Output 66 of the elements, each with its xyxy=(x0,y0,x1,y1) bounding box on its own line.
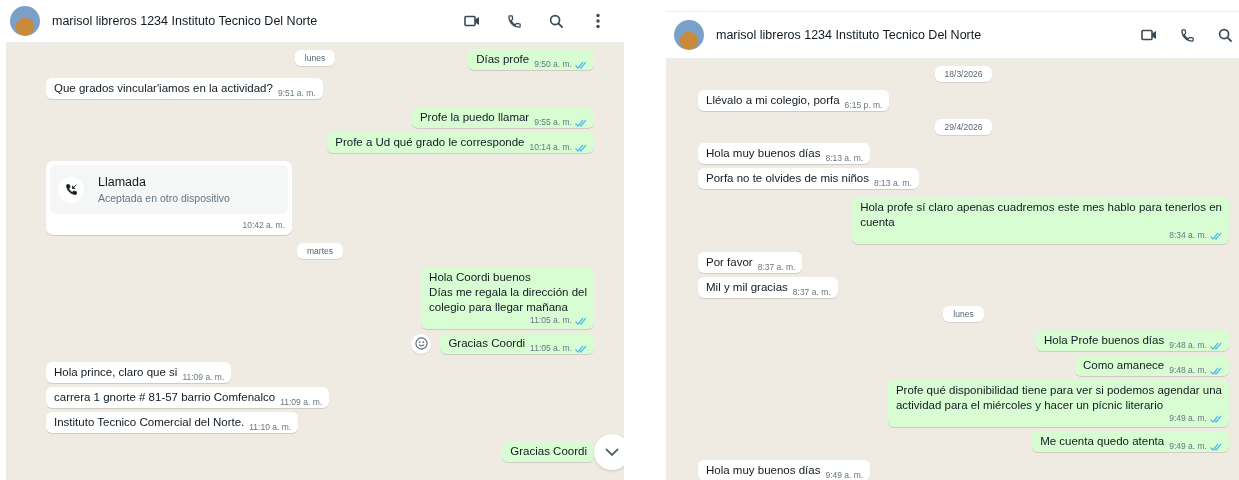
sent-message: Días profe 9:50 a. m. xyxy=(468,49,594,70)
sent-message: Como amanece 9:48 a. m. xyxy=(1075,355,1229,376)
sent-message: Profe qué disponibilidad tiene para ver si podemos agendar una actividad para el miércoles y hacer un pícnic literario 9:49 a. m. xyxy=(887,380,1229,427)
received-message: Porfa no te olvides de mis niños 8:13 a. m. xyxy=(698,168,919,189)
message-time: 9:55 a. m. xyxy=(534,117,572,128)
video-camera-icon[interactable] xyxy=(1141,29,1157,41)
date-chip: lunes xyxy=(294,50,336,66)
phone-icon[interactable] xyxy=(1179,27,1195,43)
received-message: Hola muy buenos días 8:13 a. m. xyxy=(698,143,871,164)
message-time: 11:10 a. m. xyxy=(249,422,292,433)
sent-message: Gracias Coordi 11:05 a. m. xyxy=(440,333,594,354)
received-message: Mil y mil gracias 8:37 a. m. xyxy=(698,277,838,298)
search-icon[interactable] xyxy=(1217,27,1233,43)
sent-message: Hola profe sí claro apenas cuadremos este mes hablo para tenerlos en cuenta 8:34 a. m. xyxy=(852,197,1229,244)
call-title: Llamada xyxy=(98,175,147,189)
contact-name[interactable]: marisol libreros 1234 Instituto Tecnico Del Norte xyxy=(52,14,462,28)
message-time: 9:48 a. m. xyxy=(1169,340,1207,351)
menu-icon[interactable] xyxy=(596,13,600,29)
message-time: 8:13 a. m. xyxy=(825,153,864,164)
message-time: 11:09 a. m. xyxy=(280,397,323,408)
message-time: 11:09 a. m. xyxy=(182,372,225,383)
scroll-down-button[interactable] xyxy=(594,434,624,470)
search-icon[interactable] xyxy=(548,13,564,29)
message-time: 11:05 a. m. xyxy=(530,343,572,354)
sent-message: Profe a Ud qué grado le corresponde 10:14 a. m. xyxy=(327,132,594,153)
message-time: 8:37 a. m. xyxy=(792,287,831,298)
incoming-call-icon xyxy=(64,183,78,196)
message-time: 10:14 a. m. xyxy=(529,142,572,153)
avatar-photo[interactable] xyxy=(674,20,704,50)
emoji-reaction-button[interactable] xyxy=(411,333,432,354)
contact-name[interactable]: marisol libreros 1234 Instituto Tecnico Del Norte xyxy=(716,28,1139,42)
received-message: Por favor 8:37 a. m. xyxy=(698,252,803,273)
received-message: Que grados vincular'iamos en la actividad? 9:51 a. m. xyxy=(46,78,323,99)
message-time: 9:49 a. m. xyxy=(1169,441,1207,452)
call-card[interactable]: Llamada Aceptada en otro dispositivo 10:42 a. m. xyxy=(46,161,292,235)
sent-message: Hola Profe buenos días 9:48 a. m. xyxy=(1036,330,1229,351)
received-message: Hola prince, claro que si 11:09 a. m. xyxy=(46,362,232,383)
avatar-photo[interactable] xyxy=(10,6,40,36)
video-camera-icon[interactable] xyxy=(464,15,480,27)
message-time: 11:05 a. m. xyxy=(530,315,572,326)
date-chip: 29/4/2026 xyxy=(934,119,993,135)
message-time: 8:13 a. m. xyxy=(874,178,912,189)
message-time: 9:51 a. m. xyxy=(277,88,316,99)
received-message: carrera 1 gnorte # 81-57 barrio Comfenalco 11:09 a. m. xyxy=(46,387,330,408)
date-chip: 18/3/2026 xyxy=(934,66,993,82)
received-message: Hola muy buenos días 9:49 a. m. xyxy=(698,460,871,480)
smiley-icon xyxy=(414,337,428,350)
message-time: 10:42 a. m. xyxy=(242,220,285,230)
message-time: 9:50 a. m. xyxy=(534,59,572,70)
date-chip: lunes xyxy=(943,306,984,322)
chevron-down-icon xyxy=(605,448,619,456)
sent-message: Gracias Coordi xyxy=(502,441,594,462)
call-status: Aceptada en otro dispositivo xyxy=(98,192,230,204)
message-time: 9:49 a. m. xyxy=(1169,413,1207,424)
message-time: 8:34 a. m. xyxy=(1169,230,1207,241)
received-message: Llévalo a mi colegio, porfa 6:15 p. m. xyxy=(698,90,890,111)
message-time: 9:48 a. m. xyxy=(1169,365,1207,376)
message-time: 9:49 a. m. xyxy=(825,470,864,480)
received-message: Instituto Tecnico Comercial del Norte. 11:10 a. m. xyxy=(46,412,299,433)
sent-message: Profe la puedo llamar 9:55 a. m. xyxy=(411,107,594,128)
phone-icon[interactable] xyxy=(506,13,522,29)
message-time: 8:37 a. m. xyxy=(757,262,796,273)
sent-message: Me cuenta quedo atenta 9:49 a. m. xyxy=(1032,431,1229,452)
date-chip: martes xyxy=(297,243,343,259)
sent-message: Hola Coordi buenos Días me regala la dirección del colegio para llegar mañana 11:05 a. m. xyxy=(421,267,594,329)
message-time: 6:15 p. m. xyxy=(844,100,883,111)
